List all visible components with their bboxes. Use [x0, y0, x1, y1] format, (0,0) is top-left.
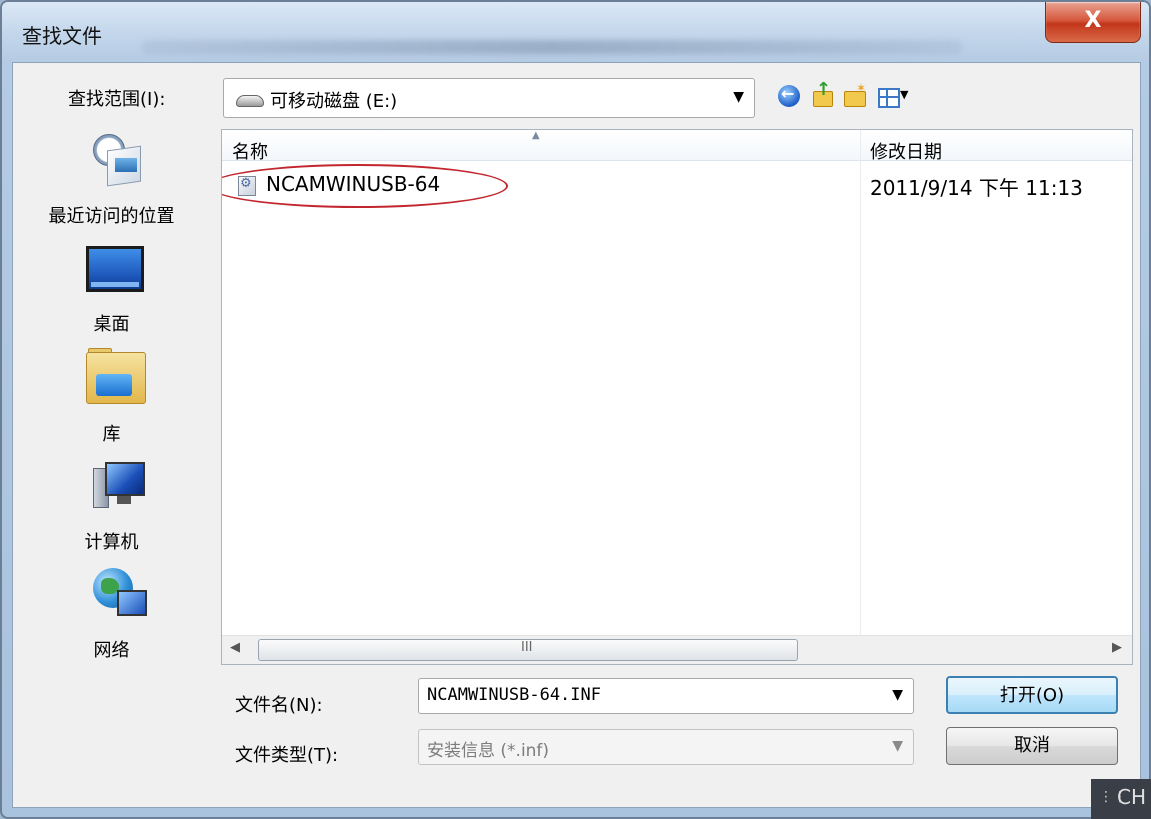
file-row[interactable]: NCAMWINUSB-64 2011/9/14 下午 11:13	[222, 164, 1132, 208]
dialog-title: 查找文件	[22, 24, 102, 48]
place-label-computer: 计算机	[84, 532, 139, 553]
look-in-dropdown[interactable]: 可移动磁盘 (E:) ▼	[223, 78, 755, 118]
up-folder-icon[interactable]	[810, 79, 836, 109]
scrollbar-thumb[interactable]: III	[258, 639, 798, 661]
file-name: NCAMWINUSB-64	[266, 172, 441, 196]
file-type-label: 文件类型(T):	[235, 745, 339, 766]
chevron-down-icon[interactable]: ▼	[733, 89, 744, 105]
back-icon[interactable]	[778, 84, 800, 107]
file-type-value: 安装信息 (*.inf)	[427, 741, 550, 761]
close-button[interactable]: X	[1045, 2, 1141, 43]
file-type-dropdown[interactable]: 安装信息 (*.inf) ▼	[418, 729, 914, 765]
ime-label: CH	[1117, 785, 1147, 809]
sort-ascending-icon: ▲	[532, 130, 540, 141]
setup-file-icon	[238, 176, 256, 196]
network-icon	[93, 568, 147, 618]
computer-icon	[93, 462, 145, 510]
scroll-grip: III	[521, 640, 533, 655]
new-folder-icon[interactable]	[842, 81, 868, 109]
scroll-right-icon[interactable]: ▶	[1112, 640, 1122, 655]
removable-drive-icon	[236, 95, 264, 107]
background-blur	[142, 40, 962, 54]
column-divider[interactable]	[860, 130, 861, 664]
chevron-down-icon[interactable]: ▼	[892, 738, 903, 754]
place-label-network: 网络	[93, 640, 130, 661]
column-date-header[interactable]: 修改日期	[870, 138, 942, 164]
desktop-icon	[86, 246, 144, 292]
scroll-left-icon[interactable]: ◀	[230, 640, 240, 655]
horizontal-scrollbar[interactable]: ◀ III ▶	[222, 635, 1132, 664]
recent-places-icon	[93, 134, 141, 187]
title-bar: 查找文件 X	[2, 2, 1149, 62]
ime-indicator[interactable]: ⋮⋮ CH	[1091, 779, 1151, 819]
column-name-header[interactable]: 名称	[232, 138, 268, 164]
open-button[interactable]: 打开(O)	[946, 676, 1118, 714]
places-bar: 最近访问的位置 桌面 库 计算机 网络	[13, 126, 210, 686]
dialog-client: 查找范围(I): 可移动磁盘 (E:) ▼ 最近访问的位置 桌面	[12, 62, 1141, 808]
file-name-input[interactable]: NCAMWINUSB-64.INF ▼	[418, 678, 914, 714]
look-in-label: 查找范围(I):	[68, 89, 166, 110]
place-label-recent: 最近访问的位置	[48, 206, 175, 227]
chevron-down-icon[interactable]: ▼	[892, 687, 903, 703]
place-label-desktop: 桌面	[93, 314, 130, 335]
view-menu-icon[interactable]	[876, 83, 912, 109]
place-label-libraries: 库	[102, 424, 121, 445]
file-name-label: 文件名(N):	[235, 695, 323, 716]
file-list[interactable]: 名称 ▲ 修改日期 NCAMWINUSB-64 2011/9/14 下午 11:…	[221, 129, 1133, 665]
look-in-value: 可移动磁盘 (E:)	[270, 91, 398, 112]
library-icon	[86, 348, 146, 406]
file-modified-date: 2011/9/14 下午 11:13	[870, 176, 1083, 200]
file-name-value: NCAMWINUSB-64.INF	[427, 685, 601, 705]
find-file-dialog: 查找文件 X 查找范围(I): 可移动磁盘 (E:) ▼ 最近访问的位置	[0, 0, 1151, 819]
column-header: 名称 ▲ 修改日期	[222, 130, 1132, 164]
cancel-button[interactable]: 取消	[946, 727, 1118, 765]
